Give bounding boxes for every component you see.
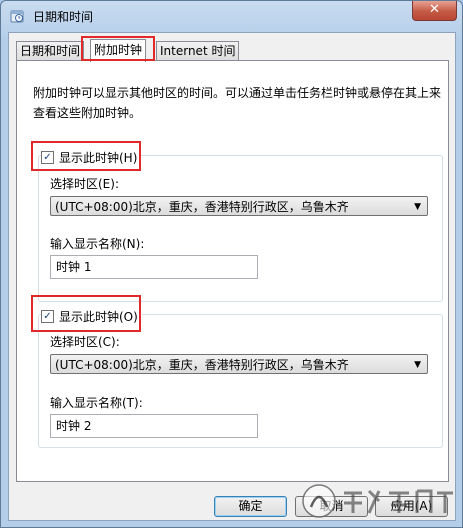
dialog-client-area: 日期和时间 附加时钟 Internet 时间 附加时钟可以显示其他时区的时间。可… xyxy=(8,32,456,521)
clock2-timezone-label: 选择时区(C): xyxy=(50,335,120,349)
clock2-timezone-select[interactable]: (UTC+08:00)北京，重庆，香港特别行政区，乌鲁木齐 ▼ xyxy=(50,354,428,374)
clock2-name-label: 输入显示名称(T): xyxy=(50,396,143,410)
clock1-name-input[interactable]: 时钟 1 xyxy=(50,255,258,279)
clock1-timezone-value: (UTC+08:00)北京，重庆，香港特别行政区，乌鲁木齐 xyxy=(55,200,349,214)
clock1-timezone-select[interactable]: (UTC+08:00)北京，重庆，香港特别行政区，乌鲁木齐 ▼ xyxy=(50,196,428,216)
clock1-checkbox-label: 显示此时钟(H) xyxy=(59,151,138,165)
clock2-name-input[interactable]: 时钟 2 xyxy=(50,414,258,438)
close-icon: ✕ xyxy=(429,2,440,17)
clock2-timezone-value: (UTC+08:00)北京，重庆，香港特别行政区，乌鲁木齐 xyxy=(55,358,349,372)
tab-date-time[interactable]: 日期和时间 xyxy=(16,41,85,61)
chevron-down-icon: ▼ xyxy=(414,360,421,370)
clock1-checkbox[interactable]: ✓ xyxy=(41,151,54,164)
title-bar[interactable]: 日期和时间 ✕ xyxy=(1,1,462,31)
clock2-checkbox-label: 显示此时钟(O) xyxy=(59,310,138,324)
description-text: 附加时钟可以显示其他时区的时间。可以通过单击任务栏时钟或悬停在其上来查看这些附加… xyxy=(33,86,442,120)
tab-panel: 附加时钟可以显示其他时区的时间。可以通过单击任务栏时钟或悬停在其上来查看这些附加… xyxy=(16,60,449,482)
close-button[interactable]: ✕ xyxy=(412,1,457,21)
clock-icon xyxy=(10,10,24,23)
clock2-checkbox[interactable]: ✓ xyxy=(41,310,54,323)
chevron-down-icon: ▼ xyxy=(414,202,421,212)
watermark-logo xyxy=(302,484,453,518)
clock2-checkbox-row[interactable]: ✓ 显示此时钟(O) xyxy=(41,308,142,325)
dialog-window: 日期和时间 ✕ 日期和时间 附加时钟 Internet 时间 附加时钟可以显示其… xyxy=(0,0,463,528)
window-title: 日期和时间 xyxy=(33,10,94,24)
clock1-name-label: 输入显示名称(N): xyxy=(50,237,145,251)
ok-button[interactable]: 确定 xyxy=(214,496,287,517)
clock1-checkbox-row[interactable]: ✓ 显示此时钟(H) xyxy=(41,149,142,166)
tab-internet-time[interactable]: Internet 时间 xyxy=(156,41,240,61)
clock1-timezone-label: 选择时区(E): xyxy=(50,177,119,191)
tab-additional-clocks[interactable]: 附加时钟 xyxy=(90,39,147,62)
